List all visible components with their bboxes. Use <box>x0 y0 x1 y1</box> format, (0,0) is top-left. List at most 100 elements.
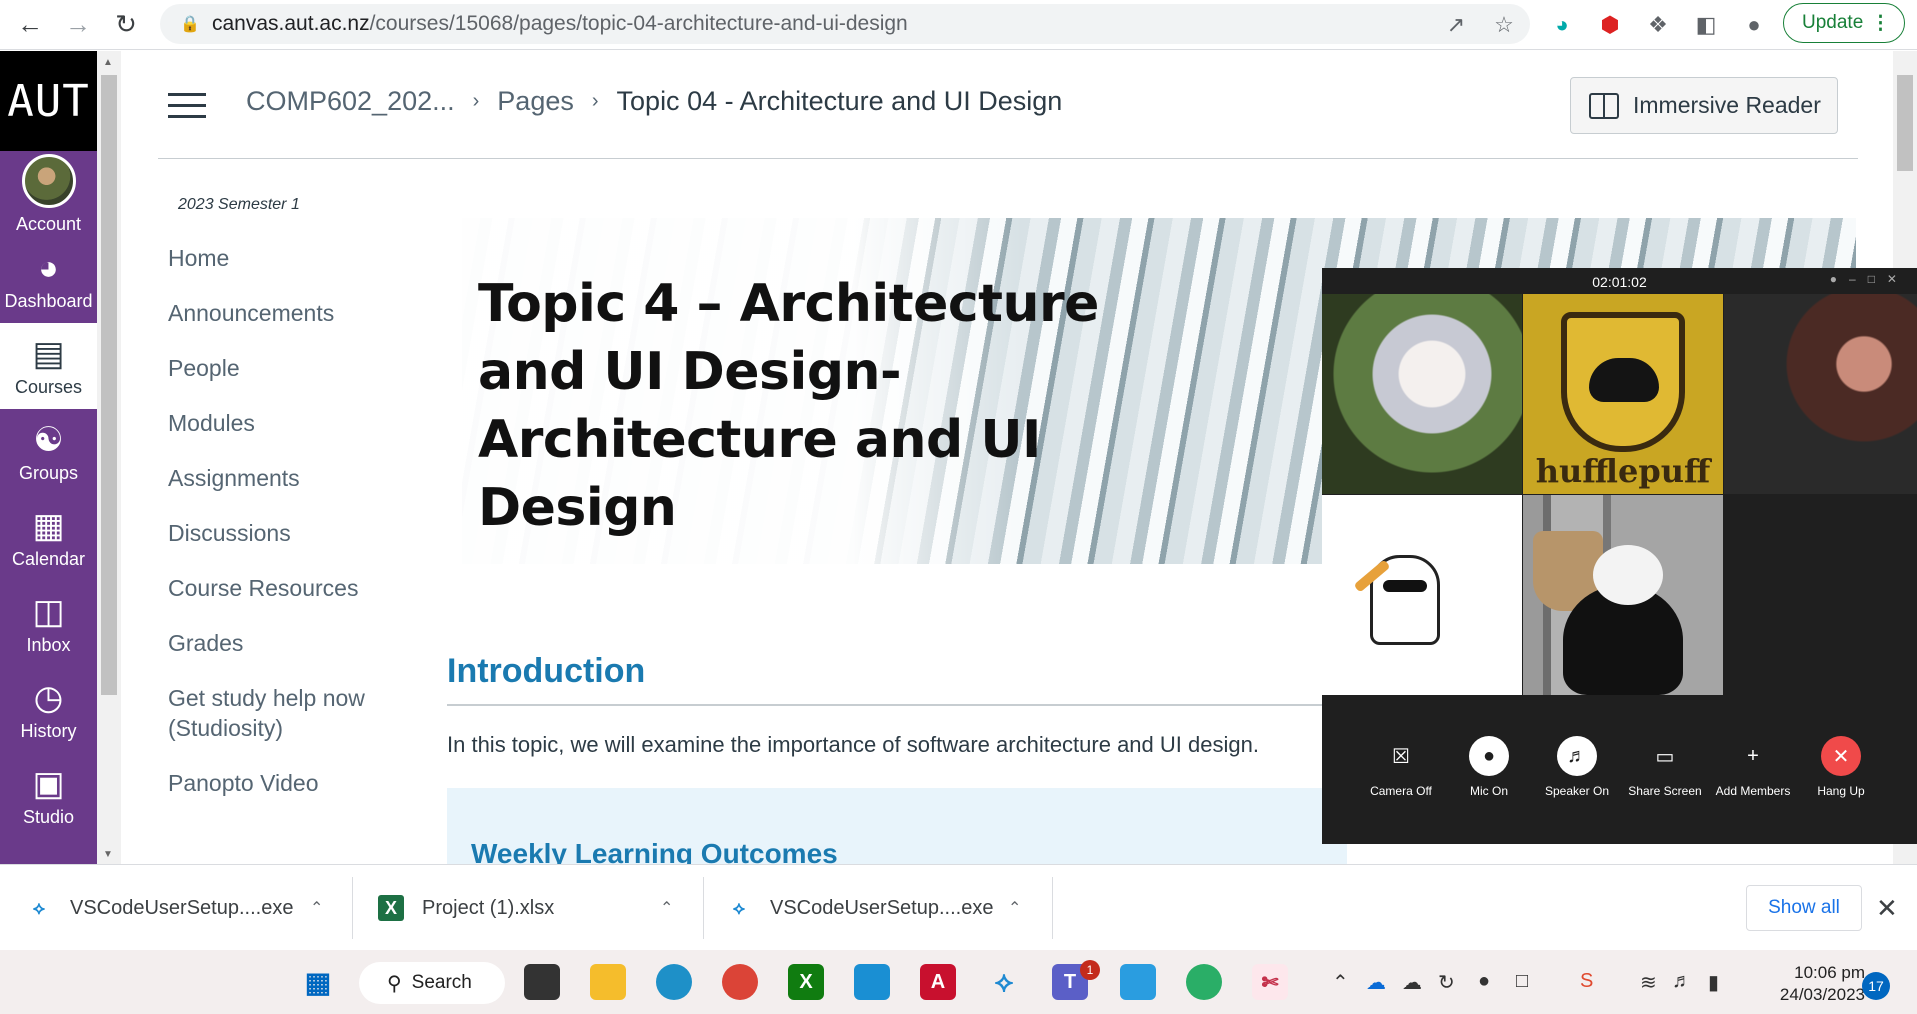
chrome-icon[interactable] <box>722 964 758 1000</box>
download-filename: VSCodeUserSetup....exe <box>70 896 294 919</box>
nav-studio[interactable]: ▣ Studio <box>0 753 97 839</box>
aut-logo[interactable]: AUT <box>0 51 97 151</box>
share-screen-button[interactable]: ▭ Share Screen <box>1621 736 1709 799</box>
nav-calendar[interactable]: ▦ Calendar <box>0 495 97 581</box>
scrollbar-thumb[interactable] <box>101 75 117 695</box>
task-view-icon[interactable] <box>524 964 560 1000</box>
scroll-down-icon[interactable]: ▼ <box>103 849 113 860</box>
nav-account[interactable]: Account <box>0 151 97 237</box>
chevron-up-icon[interactable]: ⌃ <box>660 898 673 918</box>
course-nav-resources[interactable]: Course Resources <box>168 573 408 603</box>
bookmark-star-icon[interactable]: ☆ <box>1488 9 1520 41</box>
taskbar-search-label: Search <box>411 972 472 993</box>
sync-icon[interactable]: ↻ <box>1438 970 1455 995</box>
onedrive-icon[interactable]: ☁ <box>1366 970 1386 995</box>
chevron-up-icon[interactable]: ⌃ <box>1332 970 1349 995</box>
participant-tile[interactable] <box>1724 294 1917 494</box>
address-bar[interactable]: 🔒 canvas.aut.ac.nz/courses/15068/pages/t… <box>160 4 1530 44</box>
vscode-icon[interactable]: ⟡ <box>986 964 1022 1000</box>
back-icon[interactable]: ← <box>12 6 48 42</box>
camera-off-button[interactable]: ☒ Camera Off <box>1357 736 1445 799</box>
chevron-up-icon[interactable]: ⌃ <box>1008 898 1021 918</box>
breadcrumb-course[interactable]: COMP602_202... <box>246 86 455 117</box>
adblock-icon[interactable]: ⬢ <box>1594 9 1626 41</box>
cloud-sync-icon[interactable]: ☁ <box>1402 970 1422 995</box>
update-button[interactable]: Update ⋮ <box>1783 3 1905 43</box>
nav-studio-label: Studio <box>22 806 75 827</box>
edge-icon[interactable] <box>656 964 692 1000</box>
participant-tile[interactable]: hufflepuff <box>1523 294 1723 494</box>
course-nav-announcements[interactable]: Announcements <box>168 298 408 328</box>
gauge-icon: ◕ <box>38 248 59 287</box>
forward-icon[interactable]: → <box>60 6 96 42</box>
scrollbar-thumb[interactable] <box>1897 75 1913 171</box>
taskbar-search[interactable]: ⚲ Search <box>359 962 505 1004</box>
volume-icon[interactable]: ♬ <box>1672 970 1692 993</box>
course-nav-discussions[interactable]: Discussions <box>168 518 408 548</box>
photos-icon[interactable] <box>1120 964 1156 1000</box>
microphone-icon: ● <box>1469 736 1509 776</box>
notification-badge[interactable]: 17 <box>1862 972 1890 1000</box>
download-item[interactable]: X Project (1).xlsx ⌃ <box>378 865 673 951</box>
close-icon[interactable]: ✕ <box>1876 893 1898 924</box>
vscode-icon: ⟡ <box>33 897 45 918</box>
microphone-icon[interactable]: ● <box>1478 970 1490 993</box>
nav-scrollbar[interactable]: ▲ ▼ <box>97 51 121 864</box>
breadcrumb-pages[interactable]: Pages <box>497 86 574 117</box>
scroll-up-icon[interactable]: ▲ <box>103 57 113 68</box>
speaker-icon: ♬ <box>1557 736 1597 776</box>
crest-text: hufflepuff <box>1535 452 1711 490</box>
nav-groups[interactable]: ☯ Groups <box>0 409 97 495</box>
course-menu-toggle[interactable] <box>168 93 206 119</box>
file-explorer-icon[interactable] <box>590 964 626 1000</box>
course-nav-modules[interactable]: Modules <box>168 408 408 438</box>
course-nav-grades[interactable]: Grades <box>168 628 408 658</box>
course-nav-home[interactable]: Home <box>168 243 408 273</box>
extension-icon[interactable]: ◕ <box>1546 9 1578 41</box>
add-members-button[interactable]: + Add Members <box>1709 736 1797 799</box>
acrobat-icon[interactable]: A <box>920 964 956 1000</box>
course-nav-people[interactable]: People <box>168 353 408 383</box>
immersive-reader-label: Immersive Reader <box>1633 92 1821 118</box>
mic-on-button[interactable]: ● Mic On <box>1445 736 1533 798</box>
download-bar: ⟡ VSCodeUserSetup....exe ⌃ X Project (1)… <box>0 864 1917 950</box>
search-icon: ⚲ <box>387 972 402 995</box>
course-nav-studiosity[interactable]: Get study help now (Studiosity) <box>168 683 408 743</box>
download-item[interactable]: ⟡ VSCodeUserSetup....exe ⌃ <box>26 865 323 951</box>
chevron-up-icon[interactable]: ⌃ <box>310 898 323 918</box>
windows-start-icon[interactable]: ▦ <box>300 964 336 1000</box>
extensions-puzzle-icon[interactable]: ❖ <box>1642 9 1674 41</box>
course-nav-panopto[interactable]: Panopto Video <box>168 768 408 798</box>
nav-history[interactable]: ◷ History <box>0 667 97 753</box>
input-method-icon[interactable]: □ <box>1516 970 1528 993</box>
speaker-on-button[interactable]: ♬ Speaker On <box>1533 736 1621 798</box>
book-icon: ▤ <box>32 334 65 373</box>
nav-dashboard[interactable]: ◕ Dashboard <box>0 237 97 323</box>
course-nav-assignments[interactable]: Assignments <box>168 463 408 493</box>
snipping-tool-icon[interactable]: ✄ <box>1252 964 1288 1000</box>
xbox-icon[interactable]: X <box>788 964 824 1000</box>
participant-tile[interactable] <box>1523 495 1723 695</box>
hang-up-button[interactable]: ✕ Hang Up <box>1797 736 1885 798</box>
participant-tile[interactable] <box>1322 495 1522 695</box>
battery-icon[interactable]: ▮ <box>1708 970 1719 995</box>
system-clock[interactable]: 10:06 pm 24/03/2023 <box>1745 962 1865 1006</box>
nav-inbox[interactable]: ◫ Inbox <box>0 581 97 667</box>
app-tray-icon[interactable]: S <box>1580 970 1593 993</box>
profile-icon[interactable]: ● <box>1738 9 1770 41</box>
show-all-button[interactable]: Show all <box>1746 885 1862 931</box>
download-item[interactable]: ⟡ VSCodeUserSetup....exe ⌃ <box>726 865 1021 951</box>
window-controls[interactable]: ●–□✕ <box>1830 272 1909 286</box>
wifi-icon[interactable]: ≋ <box>1640 970 1657 995</box>
nav-inbox-label: Inbox <box>26 634 71 655</box>
learning-outcomes-heading: Weekly Learning Outcomes <box>471 838 838 864</box>
avatar <box>21 153 76 208</box>
share-icon[interactable]: ↗ <box>1440 9 1472 41</box>
wechat-icon[interactable] <box>1186 964 1222 1000</box>
store-icon[interactable] <box>854 964 890 1000</box>
participant-tile[interactable] <box>1322 294 1522 494</box>
reload-icon[interactable]: ↻ <box>108 6 144 42</box>
immersive-reader-button[interactable]: Immersive Reader <box>1570 77 1838 134</box>
side-panel-icon[interactable]: ◧ <box>1690 9 1722 41</box>
nav-courses[interactable]: ▤ Courses <box>0 323 97 409</box>
